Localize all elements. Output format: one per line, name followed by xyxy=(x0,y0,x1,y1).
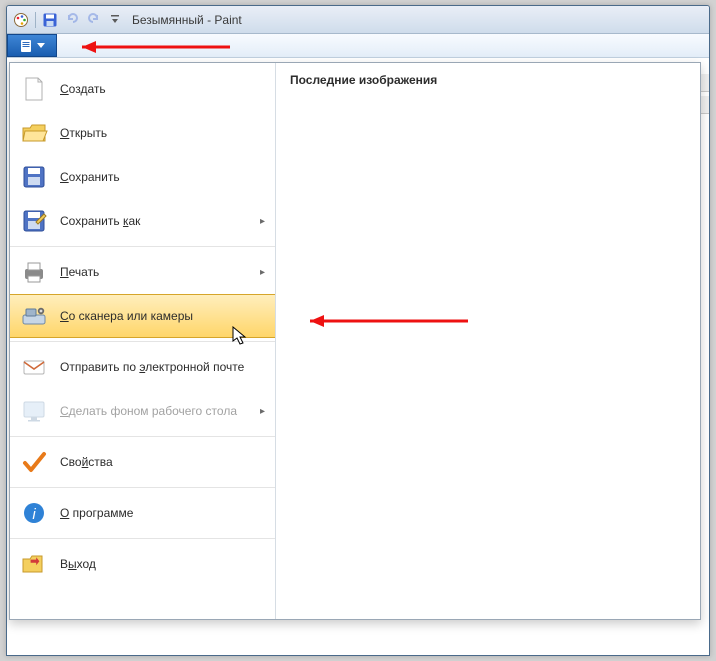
recent-panel: Последние изображения xyxy=(276,63,700,619)
save-as-icon xyxy=(20,207,48,235)
qat-redo-icon[interactable] xyxy=(86,10,102,29)
submenu-arrow-icon: ▸ xyxy=(260,406,265,417)
menu-separator xyxy=(10,341,275,342)
scanner-camera-icon xyxy=(20,302,48,330)
menu-item-label: ССоздатьоздать xyxy=(60,82,265,96)
info-icon: i xyxy=(20,499,48,527)
menu-item-label: ВыходВыход xyxy=(60,557,265,571)
qat-customize-icon[interactable] xyxy=(108,12,122,28)
menu-item-open[interactable]: ОткрытьОткрыть xyxy=(10,111,275,155)
menu-item-label: СвойстваСвойства xyxy=(60,455,265,469)
save-icon[interactable] xyxy=(42,12,58,28)
menu-item-print[interactable]: ПечатьПечать ▸ xyxy=(10,250,275,294)
window-title: Безымянный - Paint xyxy=(132,13,242,27)
menu-item-wallpaper: Сделать фоном рабочего стола ▸ xyxy=(10,389,275,433)
recent-heading: Последние изображения xyxy=(290,73,686,87)
submenu-arrow-icon: ▸ xyxy=(260,267,265,278)
file-menu: ССоздатьоздать ОткрытьОткрыть Сохранить … xyxy=(9,62,701,620)
menu-item-label: Сделать фоном рабочего стола xyxy=(60,404,265,418)
menu-item-scanner[interactable]: Со сканера или камеры xyxy=(10,294,275,338)
file-menu-button[interactable] xyxy=(7,34,57,57)
menu-item-save-as[interactable]: Сохранить какСохранить как ▸ xyxy=(10,199,275,243)
submenu-arrow-icon: ▸ xyxy=(260,216,265,227)
menu-item-save[interactable]: Сохранить xyxy=(10,155,275,199)
menu-separator xyxy=(10,246,275,247)
menu-item-about[interactable]: i О программе xyxy=(10,491,275,535)
menu-separator xyxy=(10,436,275,437)
open-folder-icon xyxy=(20,119,48,147)
ribbon xyxy=(7,34,709,58)
save-disk-icon xyxy=(20,163,48,191)
file-menu-items: ССоздатьоздать ОткрытьОткрыть Сохранить … xyxy=(10,63,276,619)
menu-item-label: Сохранить xyxy=(60,170,265,184)
email-icon xyxy=(20,353,48,381)
menu-item-label: ОткрытьОткрыть xyxy=(60,126,265,140)
menu-item-email[interactable]: Отправить по электронной почтеОтправить … xyxy=(10,345,275,389)
menu-separator xyxy=(10,538,275,539)
menu-item-label: Со сканера или камеры xyxy=(60,309,265,323)
menu-item-properties[interactable]: СвойстваСвойства xyxy=(10,440,275,484)
wallpaper-icon xyxy=(20,397,48,425)
properties-checkmark-icon xyxy=(20,448,48,476)
qat-undo-icon[interactable] xyxy=(64,10,80,29)
chevron-down-icon xyxy=(37,43,45,48)
menu-separator xyxy=(10,487,275,488)
paint-app-icon xyxy=(13,12,29,28)
printer-icon xyxy=(20,258,48,286)
menu-item-label: Сохранить какСохранить как xyxy=(60,214,265,228)
titlebar: Безымянный - Paint xyxy=(7,6,709,34)
qat-separator xyxy=(35,12,36,28)
app-window: Безымянный - Paint ССоздатьоздать Откры xyxy=(6,5,710,656)
menu-item-new[interactable]: ССоздатьоздать xyxy=(10,67,275,111)
menu-item-label: О программе xyxy=(60,506,265,520)
exit-icon xyxy=(20,550,48,578)
menu-item-label: ПечатьПечать xyxy=(60,265,265,279)
menu-item-exit[interactable]: ВыходВыход xyxy=(10,542,275,586)
menu-item-label: Отправить по электронной почтеОтправить … xyxy=(60,360,265,374)
new-file-icon xyxy=(20,75,48,103)
